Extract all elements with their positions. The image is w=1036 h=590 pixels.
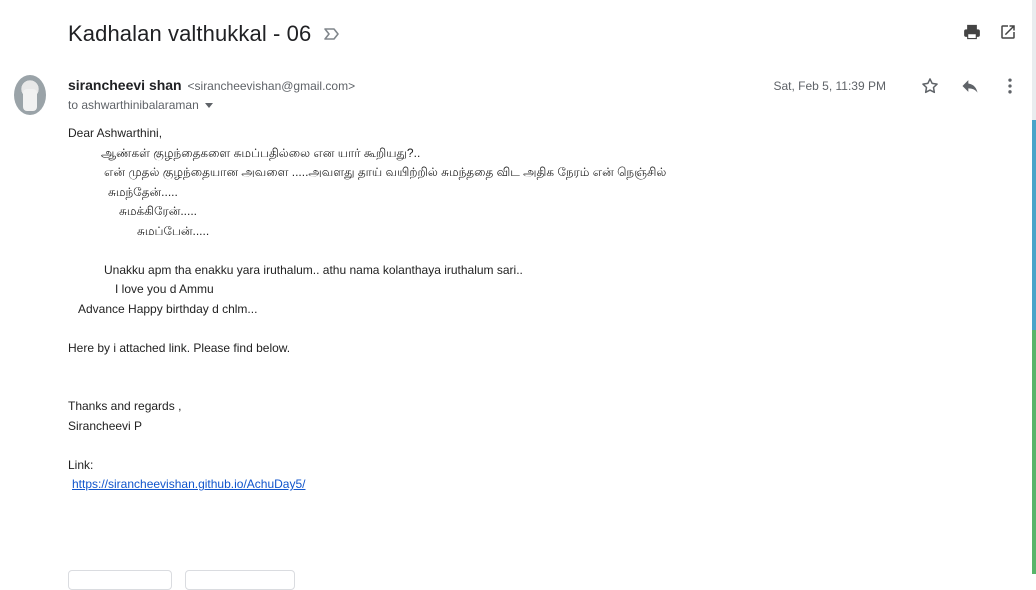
forward-button[interactable] (185, 570, 295, 590)
label-important-icon[interactable] (323, 27, 341, 41)
message-line: Advance Happy birthday d chlm... (78, 302, 258, 316)
avatar (14, 75, 46, 115)
more-vert-icon[interactable] (1000, 76, 1020, 96)
thread-actions (962, 22, 1018, 42)
tamil-line-3: சுமந்தேன்..... (108, 185, 178, 199)
star-icon[interactable] (920, 76, 940, 96)
link-label: Link: (68, 458, 94, 472)
greeting: Dear Ashwarthini, (68, 126, 163, 140)
message-line: I love you d Ammu (115, 282, 214, 296)
email-subject: Kadhalan valthukkal - 06 (68, 21, 312, 46)
tamil-line-5: சுமப்பேன்..... (137, 224, 210, 238)
message-line: Here by i attached link. Please find bel… (68, 341, 291, 355)
signature-name: Sirancheevi P (68, 419, 143, 433)
signoff: Thanks and regards , (68, 399, 182, 413)
reply-button[interactable] (68, 570, 172, 590)
tamil-line-1: ஆண்கள் குழந்தைகளை சுமப்பதில்லை என யார் க… (101, 146, 421, 160)
sender-line: sirancheevi shan <sirancheevishan@gmail.… (68, 77, 355, 93)
recipient-line[interactable]: to ashwarthinibalaraman (68, 98, 213, 112)
reply-icon[interactable] (960, 76, 980, 96)
open-in-new-window-icon[interactable] (998, 22, 1018, 42)
message-line: Unakku apm tha enakku yara iruthalum.. a… (104, 263, 523, 277)
subject-row: Kadhalan valthukkal - 06 (68, 18, 341, 50)
recipient-text: to ashwarthinibalaraman (68, 98, 199, 112)
sender-name[interactable]: sirancheevi shan (68, 77, 182, 93)
attached-link[interactable]: https://sirancheevishan.github.io/AchuDa… (72, 475, 305, 493)
tamil-line-2: என் முதல் குழந்தையான அவளை .....அவளது தாய… (104, 165, 667, 179)
window-edge-strip (1032, 0, 1036, 574)
message-meta: Sat, Feb 5, 11:39 PM (773, 76, 1020, 96)
print-icon[interactable] (962, 22, 982, 42)
sender-email: <sirancheevishan@gmail.com> (187, 79, 356, 93)
chevron-down-icon[interactable] (204, 103, 213, 108)
message-date: Sat, Feb 5, 11:39 PM (773, 79, 886, 93)
tamil-line-4: சுமக்கிரேன்..... (119, 204, 198, 218)
